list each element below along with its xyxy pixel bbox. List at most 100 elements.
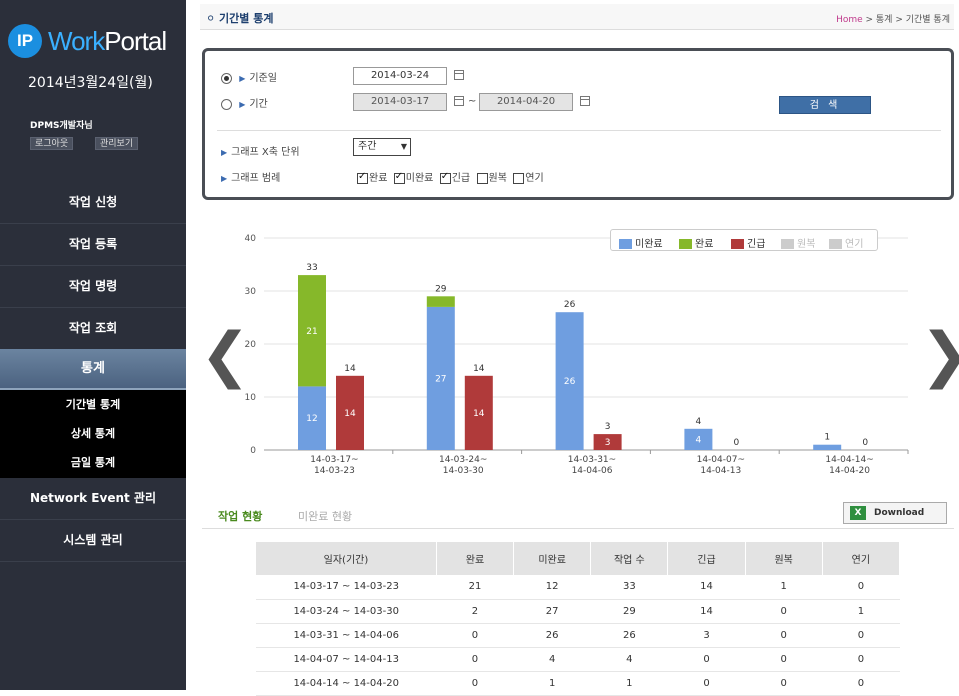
check-urgent[interactable]: 긴급 [439,171,470,184]
y-tick-label: 20 [245,340,257,350]
bar-value-label: 3 [605,438,611,448]
table-row: 14-04-14 ~ 14-04-20 0 1 1 0 0 0 [256,671,900,696]
page-title: ⚪ 기간별 통계 [206,12,274,25]
table-cell: 14-03-17 ~ 14-03-23 [256,575,437,600]
x-tick-label: 14-04-13 [700,466,741,476]
table-cell: 0 [822,623,900,648]
x-unit-row: ▶ 그래프 X축 단위 [217,143,300,158]
stats-table: 일자(기간) 완료 미완료 작업 수 긴급 원복 연기 14-03-17 ~ 14-03-2… [256,542,901,696]
x-tick-label: 14-03-30 [443,466,484,476]
table-cell: 0 [667,671,746,696]
legend-row: ▶ 그래프 범례 [217,169,280,184]
base-date-input[interactable]: 2014-03-24 [353,67,447,85]
table-cell: 14-04-07 ~ 14-04-13 [256,647,437,672]
table-cell: 12 [513,575,591,600]
legend-item[interactable]: 연기 [829,235,863,250]
check-postpone[interactable]: 연기 [513,172,544,184]
bar-total-label: 14 [473,364,485,374]
legend-label: 그래프 범례 [231,173,281,184]
menu-work-search[interactable]: 작업 조회 [0,308,186,350]
bar-value-label: 21 [306,327,317,337]
period-bar-chart: 010203040122133141414-03-17~14-03-232729… [245,234,909,476]
admin-view-button[interactable]: 관리보기 [95,137,139,150]
period-separator: ~ [468,96,477,107]
search-button[interactable]: 검 색 [779,96,871,114]
table-row: 14-03-17 ~ 14-03-23 21 12 33 14 1 0 [256,575,900,600]
x-tick-label: 14-04-07~ [697,455,745,465]
table-cell: 14-03-31 ~ 14-04-06 [256,623,437,648]
menu-work-request[interactable]: 작업 신청 [0,182,186,224]
y-tick-label: 10 [245,393,257,403]
period-radio[interactable] [221,98,232,110]
submenu-detail-stats[interactable]: 상세 통계 [0,419,186,448]
bar-value-label: 26 [564,377,576,387]
table-cell: 3 [667,623,746,648]
legend-item[interactable]: 긴급 [731,235,765,250]
submenu-period-stats[interactable]: 기간별 통계 [0,390,186,419]
menu-work-command[interactable]: 작업 명령 [0,266,186,308]
bar-total-label: 14 [344,364,356,374]
legend-item[interactable]: 미완료 [619,235,663,250]
y-tick-label: 30 [245,287,257,297]
tab-incomplete-status[interactable]: 미완료 현황 [298,508,352,524]
legend-swatch [731,239,744,249]
page-header: ⚪ 기간별 통계 Home > 통계 > 기간별 통계 [200,4,954,30]
logo-badge: IP [8,24,42,58]
period-from-input[interactable]: 2014-03-17 [353,93,447,111]
download-button[interactable]: X Download [843,502,947,524]
breadcrumb: Home > 통계 > 기간별 통계 [836,15,950,25]
chart-legend: 미완료 완료 긴급 원복 연기 [610,229,878,251]
table-header-cell: 작업 수 [590,542,669,575]
submenu-today-stats[interactable]: 금일 통계 [0,448,186,477]
table-cell: 0 [822,647,900,672]
breadcrumb-home[interactable]: Home [836,15,863,25]
table-header-cell: 원복 [745,542,823,575]
check-restore[interactable]: 원복 [476,172,507,184]
table-header-cell: 일자(기간) [256,542,437,575]
table-cell: 0 [822,671,900,696]
menu-network-event[interactable]: Network Event 관리 [0,478,186,520]
base-date-radio[interactable] [221,72,232,84]
legend-item[interactable]: 원복 [781,235,815,250]
table-cell: 29 [590,599,668,624]
period-to-input[interactable]: 2014-04-20 [479,93,573,111]
menu-system-admin[interactable]: 시스템 관리 [0,520,186,562]
table-header-cell: 미완료 [513,542,592,575]
period-label: 기간 [249,99,268,110]
base-date-label: 기준일 [249,73,277,84]
logo[interactable]: IP WorkPortal [8,24,186,60]
table-cell: 26 [590,623,668,648]
table-header-cell: 긴급 [667,542,746,575]
check-incomplete[interactable]: 미완료 [393,171,433,184]
table-cell: 0 [436,647,514,672]
legend-item[interactable]: 완료 [679,235,713,250]
calendar-icon[interactable] [454,70,464,80]
bar-value-label: 12 [306,414,317,424]
period-row: ▶ 기간 [221,95,268,110]
user-name: DPMS개발자님 [30,121,93,131]
table-row: 14-03-31 ~ 14-04-06 0 26 26 3 0 0 [256,623,900,648]
legend-swatch [781,239,794,249]
tab-work-status[interactable]: 작업 현황 [218,508,262,524]
menu-work-register[interactable]: 작업 등록 [0,224,186,266]
table-cell: 1 [745,575,823,600]
x-unit-select[interactable]: 주간 [353,138,411,156]
calendar-icon[interactable] [454,96,464,106]
table-cell: 0 [745,623,823,648]
table-cell: 26 [513,623,591,648]
table-cell: 27 [513,599,591,624]
table-row: 14-04-07 ~ 14-04-13 0 4 4 0 0 0 [256,647,900,672]
arrow-icon: ▶ [239,100,246,109]
legend-swatch [619,239,632,249]
filter-panel: ▶ 기준일 2014-03-24 ▶ 기간 2014-03-17 ~ 2014-04… [202,48,954,200]
next-chevron-icon[interactable]: ❯ [920,325,959,385]
table-header-cell: 연기 [822,542,901,575]
y-tick-label: 0 [250,446,256,456]
bar-total-label: 0 [862,438,868,448]
calendar-icon[interactable] [580,96,590,106]
table-cell: 0 [667,647,746,672]
check-complete[interactable]: 완료 [357,171,387,184]
logout-button[interactable]: 로그아웃 [30,137,74,150]
menu-statistics[interactable]: 통계 [0,349,186,391]
bar-total-label: 1 [824,433,830,443]
